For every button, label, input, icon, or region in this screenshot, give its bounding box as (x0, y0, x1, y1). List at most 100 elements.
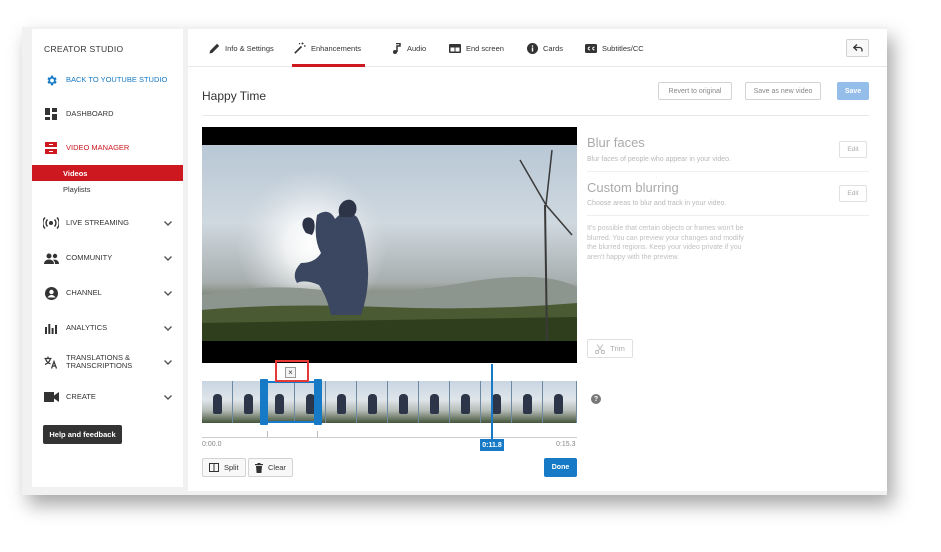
figure-silhouette (430, 394, 439, 414)
people-icon (43, 251, 59, 265)
tab-cards[interactable]: Cards (526, 29, 563, 67)
trash-icon (255, 462, 263, 473)
info-icon (526, 42, 538, 54)
sidebar-item-analytics[interactable]: ANALYTICS (32, 319, 183, 337)
filmstrip-frame (450, 381, 481, 423)
account-icon (43, 286, 59, 300)
sidebar-item-label: ANALYTICS (66, 323, 108, 332)
chevron-down-icon[interactable] (163, 325, 173, 331)
sidebar-item-video-manager[interactable]: VIDEO MANAGER (32, 139, 183, 157)
filmstrip-frame (326, 381, 357, 423)
sidebar-item-channel[interactable]: CHANNEL (32, 284, 183, 302)
note-line: aren't happy with the preview. (587, 253, 680, 261)
trim-end-handle[interactable] (314, 379, 322, 425)
blur-faces-desc: Blur faces of people who appear in your … (587, 156, 731, 163)
split-button[interactable]: Split (202, 458, 246, 477)
figure-silhouette (337, 394, 346, 414)
split-icon (209, 463, 219, 472)
figure-silhouette (213, 394, 222, 414)
help-feedback-button[interactable]: Help and feedback (43, 425, 122, 444)
clear-label: Clear (268, 463, 286, 472)
tab-label: Cards (543, 43, 564, 53)
back-to-studio-label: BACK TO YOUTUBE STUDIO (66, 75, 168, 84)
chevron-down-icon[interactable] (163, 359, 173, 365)
help-icon[interactable]: ? (591, 394, 601, 404)
closed-captions-icon (585, 42, 597, 54)
gear-icon (43, 73, 59, 87)
app-window: CREATOR STUDIO BACK TO YOUTUBE STUDIO DA… (22, 27, 887, 495)
remove-segment-button[interactable]: × (285, 367, 296, 378)
back-to-studio-link[interactable]: BACK TO YOUTUBE STUDIO (32, 71, 183, 89)
sidebar-item-label: DASHBOARD (66, 109, 114, 118)
music-note-icon (390, 42, 402, 54)
sidebar-item-community[interactable]: COMMUNITY (32, 249, 183, 267)
timeline-tick (267, 431, 268, 437)
end-screen-icon (449, 42, 461, 54)
editor-tabs: Info & Settings Enhancements Audio End s… (188, 29, 887, 67)
sidebar-item-label: CHANNEL (66, 288, 102, 297)
tab-label: End screen (466, 43, 504, 53)
chevron-down-icon[interactable] (163, 220, 173, 226)
figure-silhouette (492, 394, 501, 414)
custom-blur-desc: Choose areas to blur and track in your v… (587, 200, 727, 207)
sidebar-title: CREATOR STUDIO (44, 44, 124, 54)
time-end: 0:15.3 (556, 441, 576, 448)
playhead[interactable] (491, 364, 493, 442)
filmstrip-frame (419, 381, 450, 423)
filmstrip-frame (481, 381, 512, 423)
tab-label: Enhancements (311, 43, 362, 53)
filmstrip-frame (202, 381, 233, 423)
sidebar-item-label: TRANSLATIONS & TRANSCRIPTIONS (66, 354, 163, 370)
filmstrip[interactable] (202, 381, 577, 423)
tab-audio[interactable]: Audio (390, 29, 426, 67)
sidebar-item-label: CREATE (66, 392, 96, 401)
live-icon (43, 216, 59, 230)
analytics-icon (43, 321, 59, 335)
translate-icon (43, 355, 59, 369)
chevron-down-icon[interactable] (163, 255, 173, 261)
trim-button[interactable]: Trim (587, 339, 633, 358)
sidebar-sub-playlists[interactable]: Playlists (32, 181, 183, 197)
sidebar: CREATOR STUDIO BACK TO YOUTUBE STUDIO DA… (32, 29, 183, 487)
time-start: 0:00.0 (202, 441, 222, 448)
custom-blur-edit-button[interactable]: Edit (839, 185, 867, 202)
custom-blur-title: Custom blurring (587, 180, 679, 195)
save-button[interactable]: Save (837, 82, 869, 100)
dashboard-icon (43, 107, 59, 121)
chevron-down-icon[interactable] (163, 394, 173, 400)
sidebar-sub-videos[interactable]: Videos (32, 165, 183, 181)
main-panel: Info & Settings Enhancements Audio End s… (188, 29, 887, 491)
trim-start-handle[interactable] (260, 379, 268, 425)
sidebar-item-live-streaming[interactable]: LIVE STREAMING (32, 214, 183, 232)
save-as-new-button[interactable]: Save as new video (745, 82, 821, 100)
chevron-down-icon[interactable] (163, 290, 173, 296)
back-arrow-icon (852, 44, 863, 52)
figure-silhouette (399, 394, 408, 414)
filmstrip-frame (357, 381, 388, 423)
divider (587, 171, 869, 172)
tab-info-settings[interactable]: Info & Settings (208, 29, 274, 67)
done-button[interactable]: Done (544, 458, 577, 477)
tab-subtitles[interactable]: Subtitles/CC (585, 29, 644, 67)
split-label: Split (224, 463, 239, 472)
tab-label: Info & Settings (225, 43, 274, 53)
sidebar-item-create[interactable]: CREATE (32, 388, 183, 406)
tab-label: Audio (407, 43, 427, 53)
video-preview[interactable] (202, 127, 577, 363)
sidebar-item-dashboard[interactable]: DASHBOARD (32, 105, 183, 123)
trim-selection[interactable] (265, 381, 317, 423)
figure-silhouette (523, 394, 532, 414)
clear-button[interactable]: Clear (248, 458, 293, 477)
tab-enhancements[interactable]: Enhancements (291, 29, 366, 67)
figure-silhouette (554, 394, 563, 414)
note-line: the blurred regions. Keep your video pri… (587, 244, 742, 251)
timeline-ruler (202, 437, 577, 438)
blur-faces-edit-button[interactable]: Edit (839, 141, 867, 158)
sidebar-item-label: COMMUNITY (66, 253, 113, 262)
note-line: It's possible that certain objects or fr… (587, 225, 744, 232)
undo-button[interactable] (846, 39, 869, 57)
tab-end-screen[interactable]: End screen (449, 29, 504, 67)
sidebar-item-translations[interactable]: TRANSLATIONS & TRANSCRIPTIONS (32, 351, 183, 373)
revert-button[interactable]: Revert to original (658, 82, 732, 100)
video-title: Happy Time (202, 89, 267, 103)
